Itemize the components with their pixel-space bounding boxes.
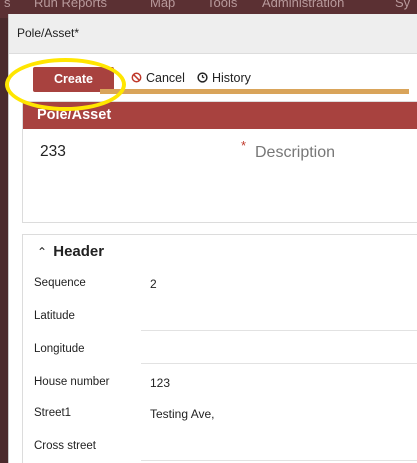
field-label: Latitude (34, 310, 75, 322)
nav-item-run-reports[interactable]: Run Reports (34, 0, 107, 10)
field-underline (141, 363, 417, 364)
header-section-title: Header (53, 243, 105, 260)
history-label: History (212, 71, 251, 85)
house-number-field[interactable]: 123 (150, 376, 170, 390)
window-title: Pole/Asset* (17, 26, 80, 40)
window-titlebar: Pole/Asset* (9, 14, 417, 54)
field-row-house-number: House number 123 (23, 367, 417, 399)
cancel-button[interactable]: Cancel (131, 71, 185, 85)
field-underline (141, 330, 417, 331)
pole-asset-heading: Pole/Asset (23, 102, 417, 129)
header-section-toggle[interactable]: ⌃ Header (37, 243, 104, 260)
field-label: Cross street (34, 440, 96, 452)
pole-id-value: 233 (40, 143, 66, 160)
field-label: House number (34, 376, 110, 388)
pole-asset-panel: Pole/Asset 233 * Description (22, 101, 417, 223)
cancel-icon (131, 72, 142, 83)
nav-item-tools[interactable]: Tools (207, 0, 237, 10)
field-label: Sequence (34, 277, 86, 289)
field-row-street1: Street1 Testing Ave, (23, 398, 417, 430)
header-section: ⌃ Header Sequence 2 Latitude Longitude H… (22, 234, 417, 463)
nav-item-administration[interactable]: Administration (262, 0, 344, 10)
history-button[interactable]: History (197, 71, 251, 85)
field-underline (141, 460, 417, 461)
sequence-field[interactable]: 2 (150, 277, 157, 291)
field-row-longitude: Longitude (23, 334, 417, 366)
chevron-up-icon: ⌃ (37, 245, 48, 259)
description-field[interactable]: Description (255, 144, 335, 162)
nav-item-map[interactable]: Map (150, 0, 175, 10)
field-row-latitude: Latitude (23, 301, 417, 333)
cancel-label: Cancel (146, 71, 185, 85)
street1-field[interactable]: Testing Ave, (150, 407, 215, 421)
field-row-sequence: Sequence 2 (23, 268, 417, 300)
nav-item-partial[interactable]: s (4, 0, 11, 10)
field-row-cross-street: Cross street (23, 431, 417, 463)
field-label: Street1 (34, 407, 72, 419)
clock-icon (197, 72, 208, 83)
nav-item-system-partial[interactable]: Sy (395, 0, 410, 10)
field-label: Longitude (34, 343, 85, 355)
required-indicator: * (241, 138, 247, 153)
toolbar-divider (100, 89, 409, 94)
